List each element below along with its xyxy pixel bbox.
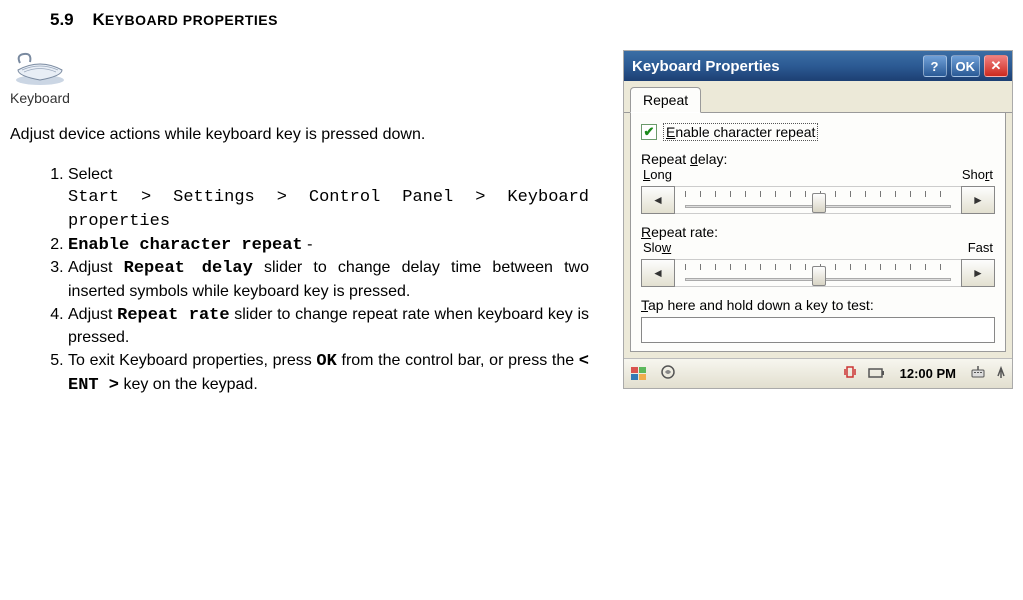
start-flag-icon[interactable] [630, 365, 650, 383]
taskbar: 12:00 PM [624, 358, 1012, 388]
delay-pre: Repeat [641, 151, 690, 167]
intro-text: Adjust device actions while keyboard key… [10, 124, 593, 146]
delay-decrease-button[interactable]: ◄ [641, 186, 675, 214]
delay-thumb[interactable] [812, 193, 826, 213]
rate-post: epeat rate: [651, 224, 718, 240]
rate-scale-labels: Slow Fast [641, 240, 995, 255]
delay-long-label: Long [643, 167, 672, 182]
tray-battery-icon[interactable] [868, 366, 886, 382]
step-5: To exit Keyboard properties, press OK fr… [68, 350, 593, 398]
step4-bold: Repeat rate [117, 306, 229, 325]
tray-input-icon[interactable] [970, 364, 986, 383]
test-rest: ap here and hold down a key to test: [648, 297, 874, 313]
repeat-delay-label: Repeat delay: [641, 151, 995, 167]
step1-path: Start > Settings > Control Panel > Keybo… [68, 188, 589, 231]
rate-slow-label: Slow [643, 240, 671, 255]
doc-left-column: Keyboard Adjust device actions while key… [10, 50, 603, 397]
step-3: Adjust Repeat delay slider to change del… [68, 257, 593, 303]
cb-u: E [666, 124, 675, 140]
help-button[interactable]: ? [923, 55, 947, 77]
enable-repeat-row: ✔ Enable character repeat [641, 123, 995, 141]
test-label: Tap here and hold down a key to test: [641, 297, 995, 313]
step2-suffix: - [303, 236, 313, 253]
rate-track[interactable] [675, 259, 961, 287]
close-button[interactable]: ✕ [984, 55, 1008, 77]
step4-a: Adjust [68, 306, 117, 323]
step1-prefix: Select [68, 166, 112, 183]
tab-strip: Repeat [624, 81, 1012, 113]
screenshot-inset: Keyboard Properties ? OK ✕ Repeat ✔ Enab… [623, 50, 1013, 389]
step3-bold: Repeat delay [124, 259, 253, 278]
keyboard-icon [10, 50, 70, 86]
delay-short-label: Short [962, 167, 993, 182]
enable-repeat-checkbox[interactable]: ✔ [641, 124, 657, 140]
tray-signal-icon[interactable] [842, 364, 858, 383]
test-u: T [641, 297, 648, 313]
repeat-rate-label: Repeat rate: [641, 224, 995, 240]
section-title-rest: EYBOARD PROPERTIES [105, 12, 278, 28]
delay-scale-labels: Long Short [641, 167, 995, 182]
rate-increase-button[interactable]: ► [961, 259, 995, 287]
step-2: Enable character repeat - [68, 234, 593, 258]
taskbar-clock[interactable]: 12:00 PM [900, 366, 956, 381]
delay-track[interactable] [675, 186, 961, 214]
tab-repeat[interactable]: Repeat [630, 87, 701, 113]
section-number: 5.9 [50, 10, 74, 29]
step2-bold: Enable character repeat [68, 236, 303, 255]
repeat-rate-slider: ◄ ► [641, 259, 995, 287]
test-input[interactable] [641, 317, 995, 343]
rate-fast-label: Fast [968, 240, 993, 255]
rate-decrease-button[interactable]: ◄ [641, 259, 675, 287]
rs-u: w [662, 240, 671, 255]
enable-repeat-label: Enable character repeat [663, 123, 818, 141]
delay-increase-button[interactable]: ► [961, 186, 995, 214]
cb-rest: nable character repeat [675, 124, 815, 140]
rs-a: Slo [643, 240, 662, 255]
step5-bold1: OK [316, 352, 336, 371]
ok-button[interactable]: OK [951, 55, 981, 77]
delay-u: d [690, 151, 698, 167]
keyboard-properties-window: Keyboard Properties ? OK ✕ Repeat ✔ Enab… [623, 50, 1013, 389]
instruction-list: Select Start > Settings > Control Panel … [68, 164, 593, 398]
repeat-delay-slider: ◄ ► [641, 186, 995, 214]
step-1: Select Start > Settings > Control Panel … [68, 164, 593, 234]
tab-panel: ✔ Enable character repeat Repeat delay: … [630, 113, 1006, 352]
step-4: Adjust Repeat rate slider to change repe… [68, 304, 593, 350]
step5-c: key on the keypad. [119, 376, 258, 393]
keyboard-icon-label: Keyboard [10, 90, 593, 106]
rate-thumb[interactable] [812, 266, 826, 286]
delay-post: elay: [698, 151, 728, 167]
dr-a: Sho [962, 167, 985, 182]
step5-a: To exit Keyboard properties, press [68, 352, 316, 369]
dl-r: ong [650, 167, 672, 182]
taskbar-app-icon[interactable] [660, 364, 676, 383]
section-heading: 5.9 KEYBOARD PROPERTIES [50, 10, 1013, 30]
section-title-first: K [93, 10, 105, 29]
dr-b: t [989, 167, 993, 182]
step3-a: Adjust [68, 259, 124, 276]
tray-arrow-icon[interactable] [996, 364, 1006, 383]
rate-u: R [641, 224, 651, 240]
window-title: Keyboard Properties [632, 58, 919, 75]
titlebar: Keyboard Properties ? OK ✕ [624, 51, 1012, 81]
step5-b: from the control bar, or press the [337, 352, 579, 369]
